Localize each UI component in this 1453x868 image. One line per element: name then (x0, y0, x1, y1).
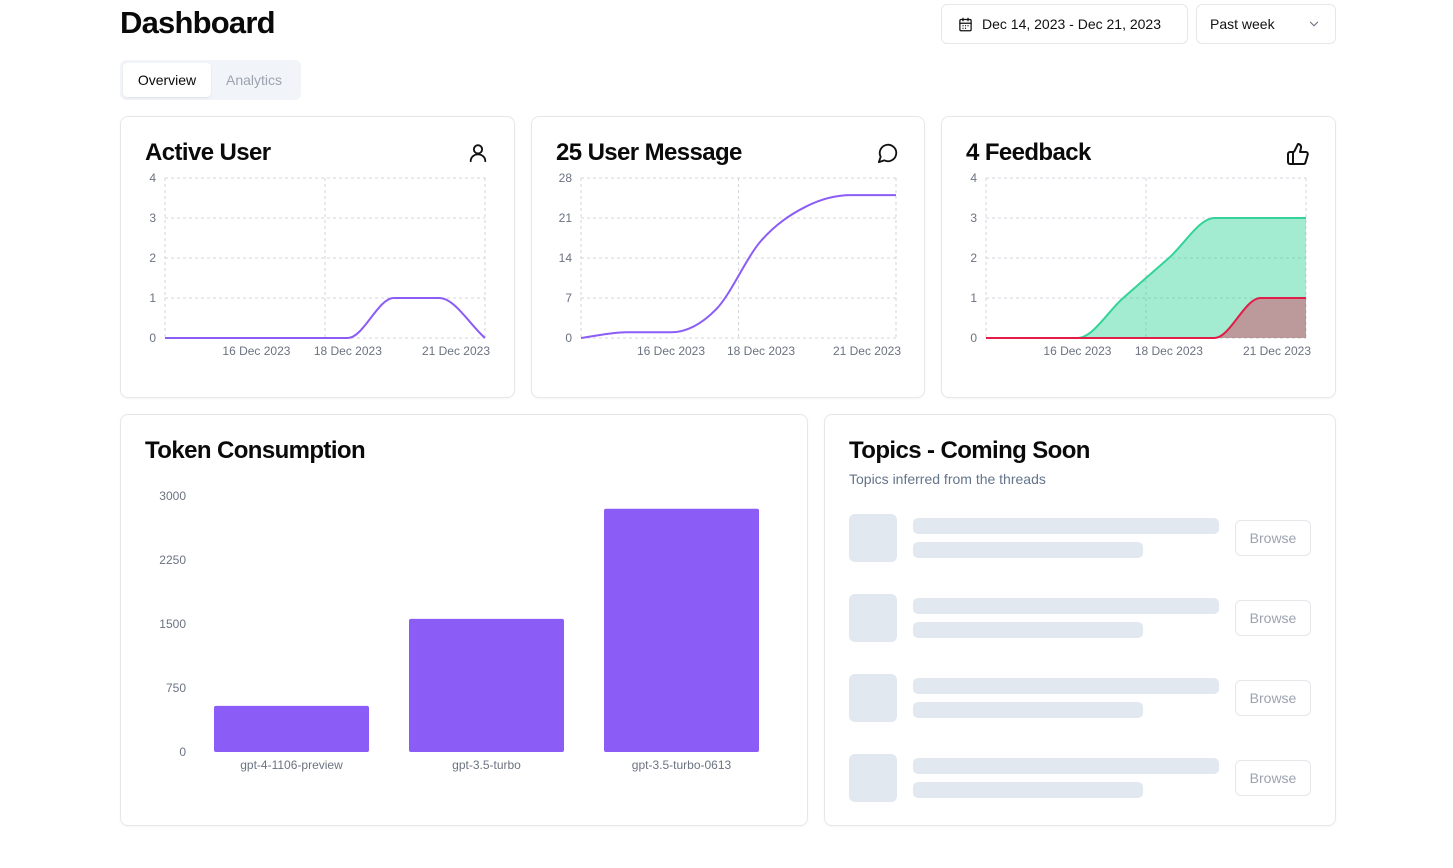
y-tick-label: 0 (970, 331, 977, 345)
tab-analytics[interactable]: Analytics (211, 63, 297, 97)
feedback-card: 4 Feedback 0 1 2 3 4 16 Dec 2023 18 Dec 2023 21… (941, 116, 1336, 398)
skeleton-avatar (849, 594, 897, 642)
skeleton-line (913, 622, 1143, 638)
x-tick-label: 21 Dec 2023 (422, 344, 490, 358)
y-tick-label: 14 (559, 251, 573, 265)
browse-button[interactable]: Browse (1235, 520, 1311, 556)
skeleton-line (913, 542, 1143, 558)
card-title: Topics - Coming Soon (849, 437, 1090, 464)
y-tick-label: 7 (565, 291, 572, 305)
browse-button[interactable]: Browse (1235, 680, 1311, 716)
topic-row: Browse (849, 514, 1311, 562)
x-tick-label: 21 Dec 2023 (833, 344, 901, 358)
date-range-picker[interactable]: Dec 14, 2023 - Dec 21, 2023 (941, 4, 1188, 44)
skeleton-line (913, 598, 1219, 614)
y-tick-label: 28 (559, 171, 573, 185)
y-tick-label: 2 (970, 251, 977, 265)
y-tick-label: 0 (565, 331, 572, 345)
topic-row: Browse (849, 754, 1311, 802)
skeleton-avatar (849, 754, 897, 802)
page-title: Dashboard (120, 5, 276, 40)
skeleton-avatar (849, 674, 897, 722)
skeleton-line (913, 678, 1219, 694)
bar (409, 618, 564, 752)
y-tick-label: 0 (149, 331, 156, 345)
x-tick-label: 18 Dec 2023 (1135, 344, 1203, 358)
user-message-chart: 0 7 14 21 28 16 Dec 2023 18 Dec 2023 21 Dec 202… (559, 171, 902, 358)
range-select-value: Past week (1210, 16, 1275, 32)
active-user-card: Active User 0 1 2 3 4 16 Dec 2023 18 Dec 2023 2… (120, 116, 515, 398)
calendar-icon (959, 17, 972, 31)
browse-button[interactable]: Browse (1235, 760, 1311, 796)
bar (604, 508, 759, 752)
x-tick-label: 16 Dec 2023 (637, 344, 705, 358)
token-consumption-card: Token Consumption 0 750 1500 2250 3000 gpt-4-… (120, 414, 808, 826)
x-tick-label: gpt-3.5-turbo (452, 758, 521, 772)
y-tick-label: 4 (149, 171, 156, 185)
topics-card: Topics - Coming Soon Topics inferred fro… (824, 414, 1336, 826)
token-consumption-chart: 0 750 1500 2250 3000 gpt-4-1106-preview gpt-3.… (159, 489, 759, 772)
y-tick-label: 21 (559, 211, 573, 225)
skeleton-line (913, 782, 1143, 798)
y-tick-label: 1 (970, 291, 977, 305)
x-tick-label: 16 Dec 2023 (222, 344, 290, 358)
x-tick-label: gpt-3.5-turbo-0613 (632, 758, 732, 772)
x-tick-label: 18 Dec 2023 (727, 344, 795, 358)
y-tick-label: 3 (149, 211, 156, 225)
y-tick-label: 0 (179, 745, 186, 759)
feedback-chart: 0 1 2 3 4 16 Dec 2023 18 Dec 2023 21 Dec 2023 (970, 171, 1311, 358)
tab-overview[interactable]: Overview (123, 63, 211, 97)
skeleton-line (913, 518, 1219, 534)
x-tick-label: 21 Dec 2023 (1243, 344, 1311, 358)
chevron-down-icon (1309, 21, 1319, 27)
y-tick-label: 2250 (159, 553, 186, 567)
x-tick-label: gpt-4-1106-preview (240, 758, 343, 772)
topic-row: Browse (849, 594, 1311, 642)
y-tick-label: 3000 (159, 489, 186, 503)
range-select[interactable]: Past week (1196, 4, 1336, 44)
y-tick-label: 2 (149, 251, 156, 265)
skeleton-avatar (849, 514, 897, 562)
y-tick-label: 1 (149, 291, 156, 305)
y-tick-label: 4 (970, 171, 977, 185)
topic-row: Browse (849, 674, 1311, 722)
bar (214, 705, 369, 752)
user-message-card: 25 User Message 0 7 14 21 28 16 Dec 2023 18 De… (531, 116, 925, 398)
card-subtitle: Topics inferred from the threads (849, 471, 1046, 487)
x-tick-label: 18 Dec 2023 (314, 344, 382, 358)
tab-list: Overview Analytics (120, 60, 301, 100)
active-user-chart: 0 1 2 3 4 16 Dec 2023 18 Dec 2023 21 Dec 2023 (149, 171, 490, 358)
y-tick-label: 750 (166, 681, 186, 695)
skeleton-line (913, 702, 1143, 718)
y-tick-label: 1500 (159, 617, 186, 631)
skeleton-line (913, 758, 1219, 774)
date-range-label: Dec 14, 2023 - Dec 21, 2023 (982, 16, 1162, 32)
x-tick-label: 16 Dec 2023 (1043, 344, 1111, 358)
y-tick-label: 3 (970, 211, 977, 225)
browse-button[interactable]: Browse (1235, 600, 1311, 636)
